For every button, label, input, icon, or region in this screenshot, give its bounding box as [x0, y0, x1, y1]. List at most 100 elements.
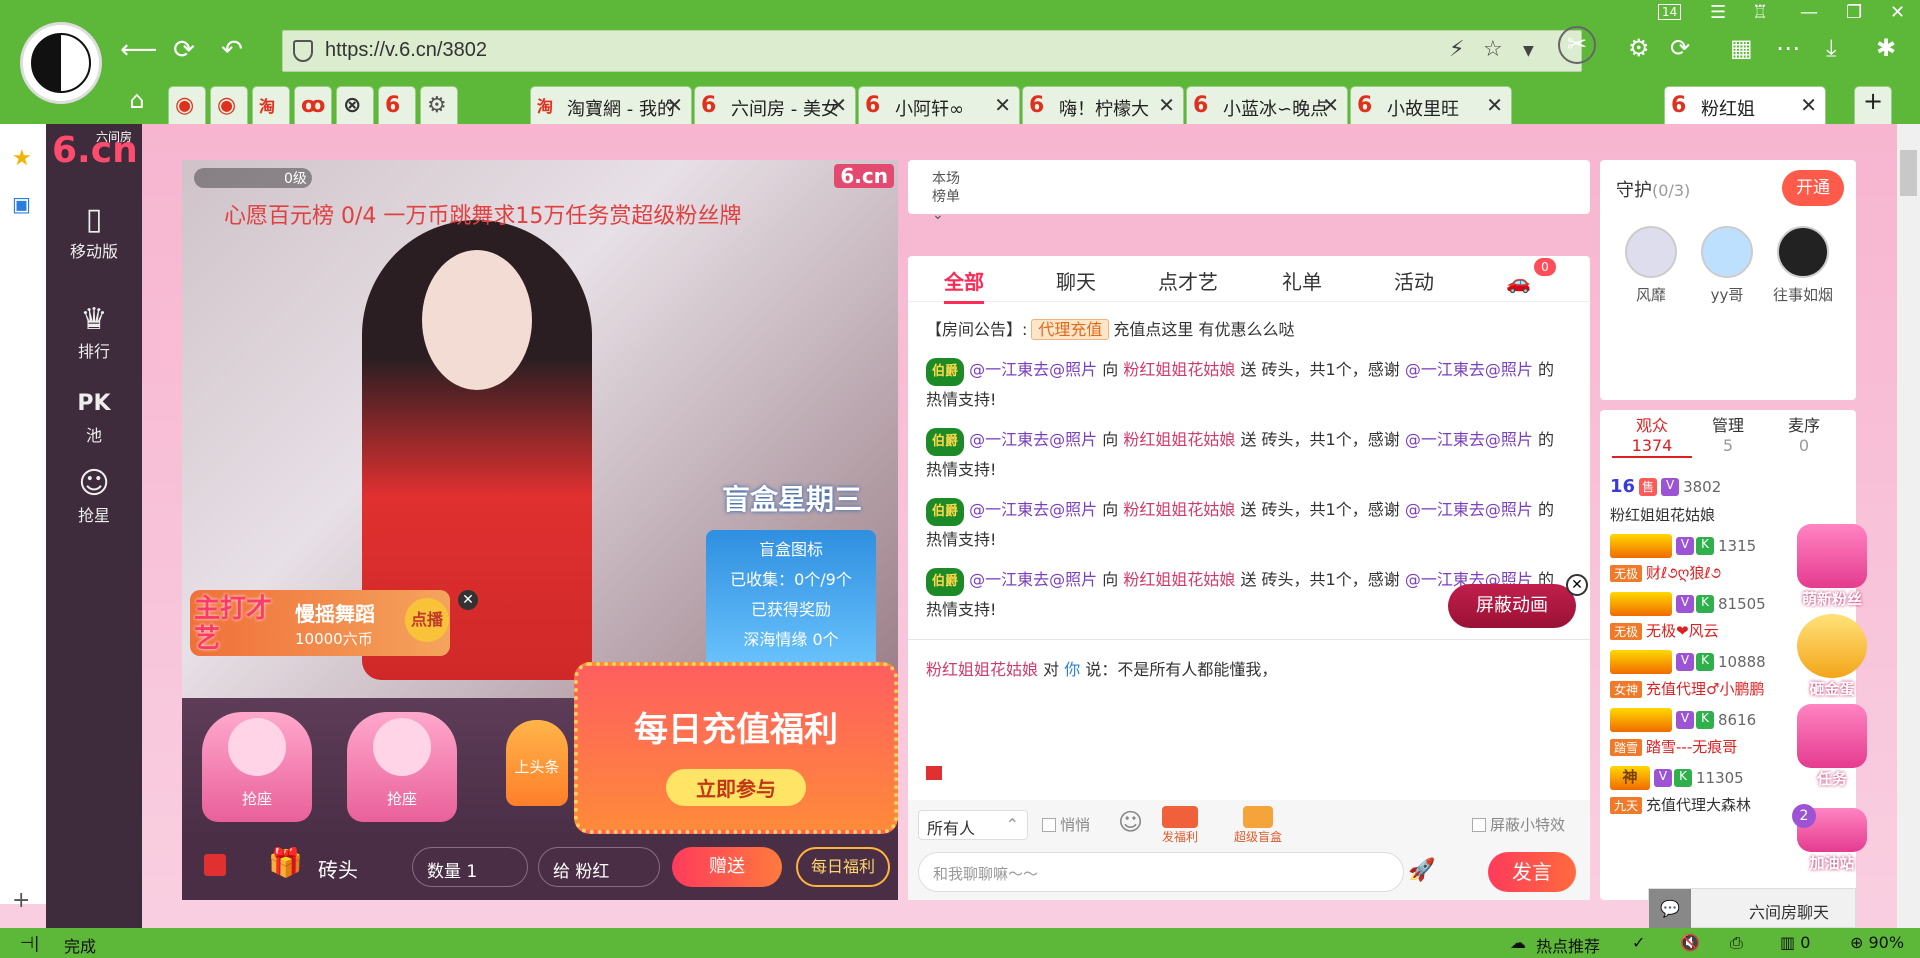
chat-divider[interactable] — [908, 639, 1590, 640]
open-guard-button[interactable]: 开通 — [1782, 170, 1844, 206]
tab-weibo-1[interactable]: ◉ — [168, 86, 206, 124]
more-icon[interactable]: ⋯ — [1776, 34, 1800, 62]
new-tab-button[interactable]: + — [1854, 86, 1892, 124]
scroll-thumb[interactable] — [1900, 150, 1917, 196]
tab-page-3[interactable]: 6 小阿轩∞ ✕ — [858, 86, 1020, 124]
task-button[interactable]: 任务 — [1786, 704, 1878, 789]
maximize-icon[interactable]: ❐ — [1846, 2, 1862, 23]
car-icon[interactable]: 🚗 — [1506, 270, 1531, 294]
home-icon[interactable]: ⌂ — [118, 86, 156, 124]
pm-user[interactable]: 粉红姐姐花姑娘 — [926, 660, 1038, 679]
msg-user[interactable]: @一江東去@照片 — [1405, 430, 1533, 449]
msg-host[interactable]: 粉红姐姐花姑娘 — [1123, 360, 1235, 379]
refresh-button[interactable]: ⟳ — [168, 34, 200, 66]
favorites-star-icon[interactable]: ★ — [12, 146, 32, 171]
recipient-select[interactable]: 所有人 ⌃ — [918, 810, 1028, 840]
msg-user[interactable]: @一江東去@照片 — [969, 500, 1097, 519]
shield-status-icon[interactable]: ✓ — [1632, 933, 1645, 952]
guard-member[interactable]: 往事如烟 — [1768, 226, 1838, 305]
tab-audience[interactable]: 观众 1374 — [1612, 416, 1692, 458]
tab-6cn[interactable]: 6 — [378, 86, 416, 124]
blindbox-title[interactable]: 盲盒星期三 — [702, 478, 882, 518]
tab-admin[interactable]: 管理 5 — [1688, 416, 1768, 456]
request-button[interactable]: 点播 — [405, 598, 449, 642]
tab-page-1[interactable]: 淘淘寶網 - 我的 ✕ — [530, 86, 692, 124]
sync-icon[interactable]: ⟳ — [1670, 34, 1690, 62]
tab-x[interactable]: ⊗ — [336, 86, 374, 124]
download-status[interactable]: ▥ 0 — [1780, 933, 1810, 952]
chevron-down-icon[interactable]: ⌄ — [932, 206, 960, 224]
undo-button[interactable]: ↶ — [216, 34, 248, 66]
msg-host[interactable]: 粉红姐姐花姑娘 — [1123, 570, 1235, 589]
fuli-button[interactable]: 发福利 — [1162, 806, 1198, 845]
star-icon[interactable]: ☆ — [1483, 37, 1503, 62]
address-bar[interactable]: https://v.6.cn/3802 ⚡ ☆ ▼ — [282, 30, 1582, 72]
guard-member[interactable]: 风靡 — [1616, 226, 1686, 305]
lightning-icon[interactable]: ⚡ — [1449, 37, 1464, 62]
daily-welfare-button[interactable]: 每日福利 — [796, 847, 890, 887]
talent-promo[interactable]: 主打才艺 慢摇舞蹈 10000六币 点播 ✕ — [190, 590, 478, 656]
tab-page-6[interactable]: 6 小故里旺 ✕ — [1350, 86, 1512, 124]
site-logo[interactable]: 6.cn 六间房 — [46, 124, 142, 178]
gift-name[interactable]: 砖头 — [318, 854, 358, 883]
hide-effects-checkbox[interactable]: 屏蔽小特效 — [1472, 814, 1565, 835]
tab-page-2[interactable]: 6 六间房 - 美女 ✕ — [694, 86, 856, 124]
gift-send-button[interactable]: 赠送 — [672, 847, 782, 887]
tab-taobao[interactable]: 淘 — [252, 86, 290, 124]
join-button[interactable]: 立即参与 — [666, 769, 806, 806]
zoom-level[interactable]: ⊕ 90% — [1850, 933, 1904, 952]
recipient-field[interactable]: 给 粉红 — [538, 847, 660, 887]
tab-page-active[interactable]: 6 粉红姐 ✕ — [1664, 86, 1826, 124]
tab-settings[interactable]: ⚙ — [420, 86, 458, 124]
tab-app[interactable]: ꝏ — [294, 86, 332, 124]
quantity-field[interactable]: 数量 1 — [412, 847, 528, 887]
notice-tag[interactable]: 代理充值 — [1031, 319, 1110, 340]
tab-talent[interactable]: 点才艺 — [1158, 266, 1218, 295]
close-tab-icon[interactable]: ✕ — [830, 93, 847, 117]
daily-recharge-banner[interactable]: 每日充值福利 立即参与 — [574, 662, 898, 834]
msg-host[interactable]: 粉红姐姐花姑娘 — [1123, 430, 1235, 449]
close-tab-icon[interactable]: ✕ — [1486, 93, 1503, 117]
close-tab-icon[interactable]: ✕ — [1800, 93, 1817, 117]
close-window-icon[interactable]: ✕ — [1890, 2, 1905, 23]
close-tab-icon[interactable]: ✕ — [1158, 93, 1175, 117]
tab-weibo-2[interactable]: ◉ — [210, 86, 248, 124]
close-tab-icon[interactable]: ✕ — [994, 93, 1011, 117]
grab-seat-1[interactable]: 抢座 — [202, 712, 312, 822]
tab-all[interactable]: 全部 — [944, 266, 984, 304]
blindbox-panel[interactable]: 盲盒图标 已收集：0个/9个 已获得奖励 深海情缘 0个 — [706, 530, 876, 680]
browser-logo[interactable] — [20, 22, 102, 104]
back-button[interactable]: ⟵ — [120, 34, 157, 66]
page-scrollbar[interactable] — [1897, 124, 1920, 928]
emoji-icon[interactable]: ☺ — [1118, 808, 1143, 836]
tab-page-5[interactable]: 6 小蓝冰∽晚点 ✕ — [1186, 86, 1348, 124]
hide-animation-button[interactable]: 屏蔽动画 — [1448, 584, 1576, 628]
cloud-icon[interactable]: ☁ — [1510, 933, 1526, 952]
window-icon[interactable]: ▣ — [12, 192, 31, 216]
url-text[interactable]: https://v.6.cn/3802 — [325, 39, 487, 62]
msg-user[interactable]: @一江東去@照片 — [969, 360, 1097, 379]
tab-chat[interactable]: 聊天 — [1056, 266, 1096, 295]
tab-queue[interactable]: 麦序 0 — [1764, 416, 1844, 456]
megaphone-icon[interactable] — [926, 766, 942, 780]
chat-input[interactable]: 和我聊聊嘛～～ — [918, 852, 1404, 892]
super-blindbox-button[interactable]: 超级盲盒 — [1234, 806, 1282, 845]
msg-host[interactable]: 粉红姐姐花姑娘 — [1123, 500, 1235, 519]
menu-icon[interactable]: ☰ — [1710, 2, 1726, 23]
close-tab-icon[interactable]: ✕ — [666, 93, 683, 117]
dropdown-icon[interactable]: ▼ — [1523, 43, 1534, 59]
nav-mobile[interactable]: ▯ 移动版 — [46, 202, 142, 262]
scissors-icon[interactable]: ✂ — [1558, 26, 1596, 64]
close-tab-icon[interactable]: ✕ — [1322, 93, 1339, 117]
headline-button[interactable]: 上头条 — [506, 720, 568, 806]
puzzle-icon[interactable]: ⚙ — [1628, 34, 1650, 62]
nav-rank[interactable]: ♛ 排行 — [46, 302, 142, 362]
tab-page-4[interactable]: 6 嗨！柠檬大 ✕ — [1022, 86, 1184, 124]
msg-user[interactable]: @一江東去@照片 — [1405, 360, 1533, 379]
msg-user[interactable]: @一江東去@照片 — [969, 430, 1097, 449]
minimize-icon[interactable]: — — [1800, 2, 1818, 23]
download-icon[interactable]: ⤓ — [1826, 34, 1837, 62]
settings-icon[interactable]: ✱ — [1876, 34, 1896, 62]
list-item[interactable]: 16 售 V 3802 粉红姐姐花姑娘 — [1610, 476, 1850, 530]
tab-gifts[interactable]: 礼单 — [1282, 266, 1322, 295]
